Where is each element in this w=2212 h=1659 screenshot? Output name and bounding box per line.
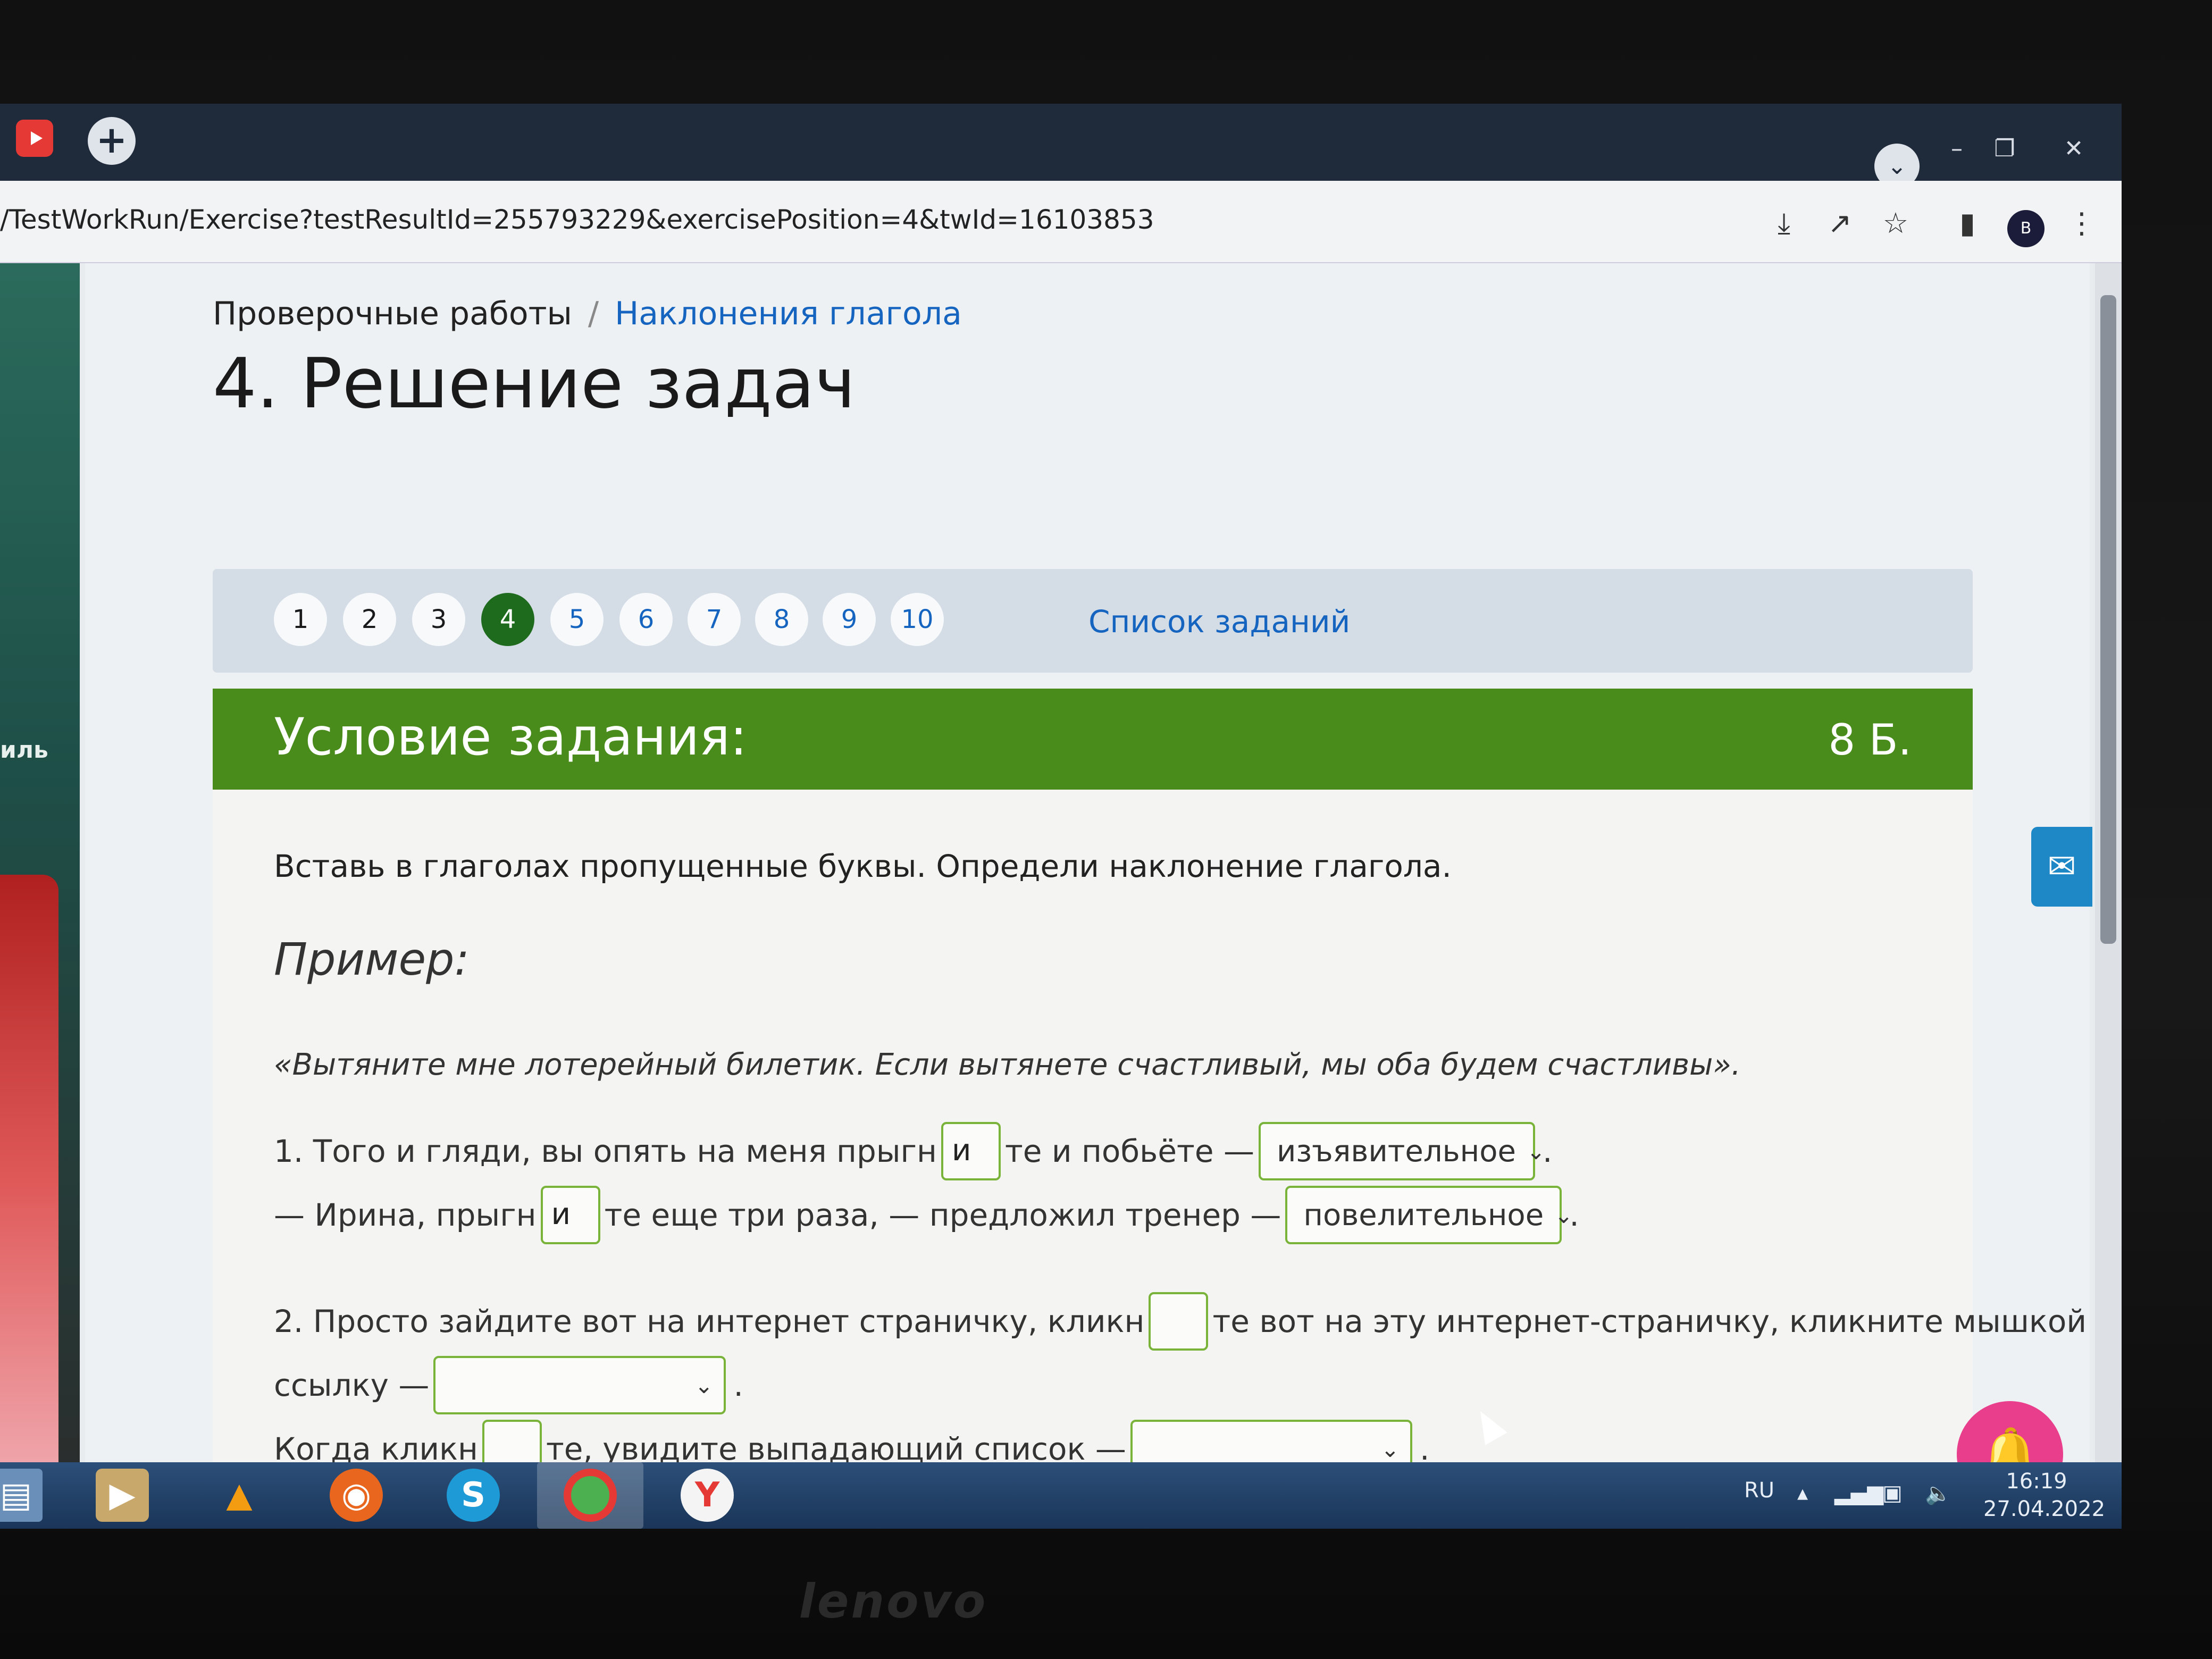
yandex-browser-icon[interactable]: Y: [681, 1469, 734, 1522]
period: .: [1542, 1133, 1553, 1169]
letter-gap-input[interactable]: [1149, 1292, 1209, 1351]
url-field[interactable]: /TestWorkRun/Exercise?testResultId=25579…: [0, 201, 1595, 238]
mail-icon[interactable]: ✉: [2031, 827, 2092, 907]
close-icon[interactable]: ✕: [2052, 136, 2095, 162]
screen: + ⌄ – ❐ ✕ /TestWorkRun/Exercise?testResu…: [0, 104, 2122, 1529]
chrome-icon[interactable]: [564, 1469, 617, 1522]
chevron-down-icon: ⌄: [694, 1372, 714, 1398]
page-button-10[interactable]: 10: [891, 593, 944, 646]
sidebar-banner-image: [0, 875, 58, 1529]
site-sidebar: иль: [0, 263, 80, 1529]
page-content: Проверочные работы / Наклонения глагола 4.…: [85, 263, 2122, 1529]
bookmark-star-icon[interactable]: ☆: [1877, 205, 1914, 242]
question-2-line-1: 2. Просто зайдите вот на интернет страни…: [274, 1289, 2122, 1353]
example-text: «Вытяните мне лотерейный билетик. Если в…: [274, 1048, 1741, 1082]
question-text: те и побьёте —: [1004, 1133, 1254, 1169]
mood-select-value: изъявительное: [1276, 1134, 1516, 1169]
question-text: ссылку —: [274, 1367, 430, 1403]
menu-kebab-icon[interactable]: ⋮: [2063, 205, 2100, 242]
profile-avatar[interactable]: B: [2007, 210, 2045, 247]
breadcrumb: Проверочные работы / Наклонения глагола: [213, 295, 962, 332]
browser-tab-strip: + ⌄ – ❐ ✕: [0, 104, 2122, 189]
page-button-9[interactable]: 9: [823, 593, 876, 646]
page-button-7[interactable]: 7: [688, 593, 741, 646]
question-text: те, увидите выпадающий список —: [546, 1431, 1126, 1467]
mood-select[interactable]: ⌄: [433, 1356, 726, 1414]
file-explorer-icon[interactable]: ▤: [0, 1469, 43, 1522]
question-text: Когда кликн: [274, 1431, 478, 1467]
breadcrumb-root[interactable]: Проверочные работы: [213, 295, 572, 332]
question-1-line-1: 1. Того и гляди, вы опять на меня прыгн …: [274, 1119, 1552, 1183]
breadcrumb-separator: /: [588, 295, 599, 332]
restore-icon[interactable]: ❐: [1983, 136, 2026, 162]
clock-time: 16:19: [2006, 1469, 2067, 1494]
task-list-link[interactable]: Список заданий: [1088, 604, 1350, 640]
page-button-8[interactable]: 8: [755, 593, 808, 646]
letter-gap-input[interactable]: и: [941, 1122, 1001, 1180]
example-title: Пример:: [274, 933, 470, 985]
sidebar-profile-label[interactable]: иль: [0, 736, 48, 764]
clock[interactable]: 16:19 27.04.2022: [1983, 1468, 2106, 1523]
media-player-icon[interactable]: ▶: [96, 1469, 149, 1522]
question-text: 2. Просто зайдите вот на интернет страни…: [274, 1303, 1145, 1339]
network-signal-icon[interactable]: ▂▄▆: [1834, 1481, 1883, 1505]
page-button-3[interactable]: 3: [412, 593, 465, 646]
mood-select-value: повелительное: [1303, 1197, 1544, 1233]
firefox-icon[interactable]: ◉: [330, 1469, 383, 1522]
page-scrollbar[interactable]: [2095, 263, 2122, 1529]
page-button-6[interactable]: 6: [619, 593, 673, 646]
chevron-down-icon: ⌄: [1380, 1436, 1400, 1462]
clock-date: 27.04.2022: [1983, 1497, 2106, 1521]
task-header: Условие задания: 8 Б.: [213, 689, 1973, 790]
page-button-5[interactable]: 5: [550, 593, 604, 646]
language-indicator[interactable]: RU: [1744, 1478, 1774, 1503]
vlc-icon[interactable]: ▲: [213, 1469, 266, 1522]
page-button-4[interactable]: 4: [481, 593, 534, 646]
page-title: 4. Решение задач: [213, 343, 856, 424]
period: .: [733, 1367, 743, 1403]
tray-expand-icon[interactable]: ▴: [1797, 1481, 1808, 1505]
install-icon[interactable]: ⤓: [1765, 205, 1803, 242]
period: .: [1419, 1431, 1430, 1467]
task-header-title: Условие задания:: [274, 707, 748, 767]
period: .: [1569, 1197, 1579, 1233]
skype-icon[interactable]: S: [447, 1469, 500, 1522]
volume-icon[interactable]: 🔈: [1925, 1481, 1951, 1506]
youtube-tab-icon[interactable]: [16, 120, 53, 157]
exercise-pager: 1 2 3 4 5 6 7 8 9 10 Список заданий: [213, 569, 1973, 673]
address-bar: /TestWorkRun/Exercise?testResultId=25579…: [0, 181, 2122, 263]
minimize-icon[interactable]: –: [1936, 136, 1978, 162]
windows-taskbar: ▤ ▶ ▲ ◉ S Y RU ▴ ▂▄▆ ▣ 🔈 16:19 27.04.202…: [0, 1462, 2122, 1529]
page-button-1[interactable]: 1: [274, 593, 327, 646]
task-instruction: Вставь в глаголах пропущенные буквы. Опр…: [274, 848, 1452, 884]
power-icon[interactable]: ▣: [1882, 1481, 1903, 1505]
mood-select[interactable]: изъявительное ⌄: [1258, 1122, 1545, 1180]
scrollbar-thumb[interactable]: [2100, 295, 2116, 944]
question-text: те вот на эту интернет-страничку, кликни…: [1212, 1303, 2122, 1339]
side-panel-icon[interactable]: ▮: [1949, 205, 1986, 242]
question-1-line-2: — Ирина, прыгн и те еще три раза, — пред…: [274, 1183, 1579, 1247]
laptop-brand-logo: lenovo: [799, 1574, 988, 1629]
breadcrumb-current[interactable]: Наклонения глагола: [615, 295, 962, 332]
mood-select[interactable]: повелительное ⌄: [1285, 1186, 1573, 1244]
task-score: 8 Б.: [1828, 715, 1912, 765]
question-2-line-2: ссылку — ⌄ .: [274, 1353, 743, 1417]
share-icon[interactable]: ↗: [1821, 205, 1858, 242]
question-text: 1. Того и гляди, вы опять на меня прыгн: [274, 1133, 937, 1169]
letter-gap-input[interactable]: и: [540, 1186, 600, 1244]
task-body: Вставь в глаголах пропущенные буквы. Опр…: [213, 790, 2122, 1529]
new-tab-button[interactable]: +: [88, 117, 136, 165]
question-text: те еще три раза, — предложил тренер —: [604, 1197, 1281, 1233]
page-button-2[interactable]: 2: [343, 593, 396, 646]
question-text: — Ирина, прыгн: [274, 1197, 537, 1233]
